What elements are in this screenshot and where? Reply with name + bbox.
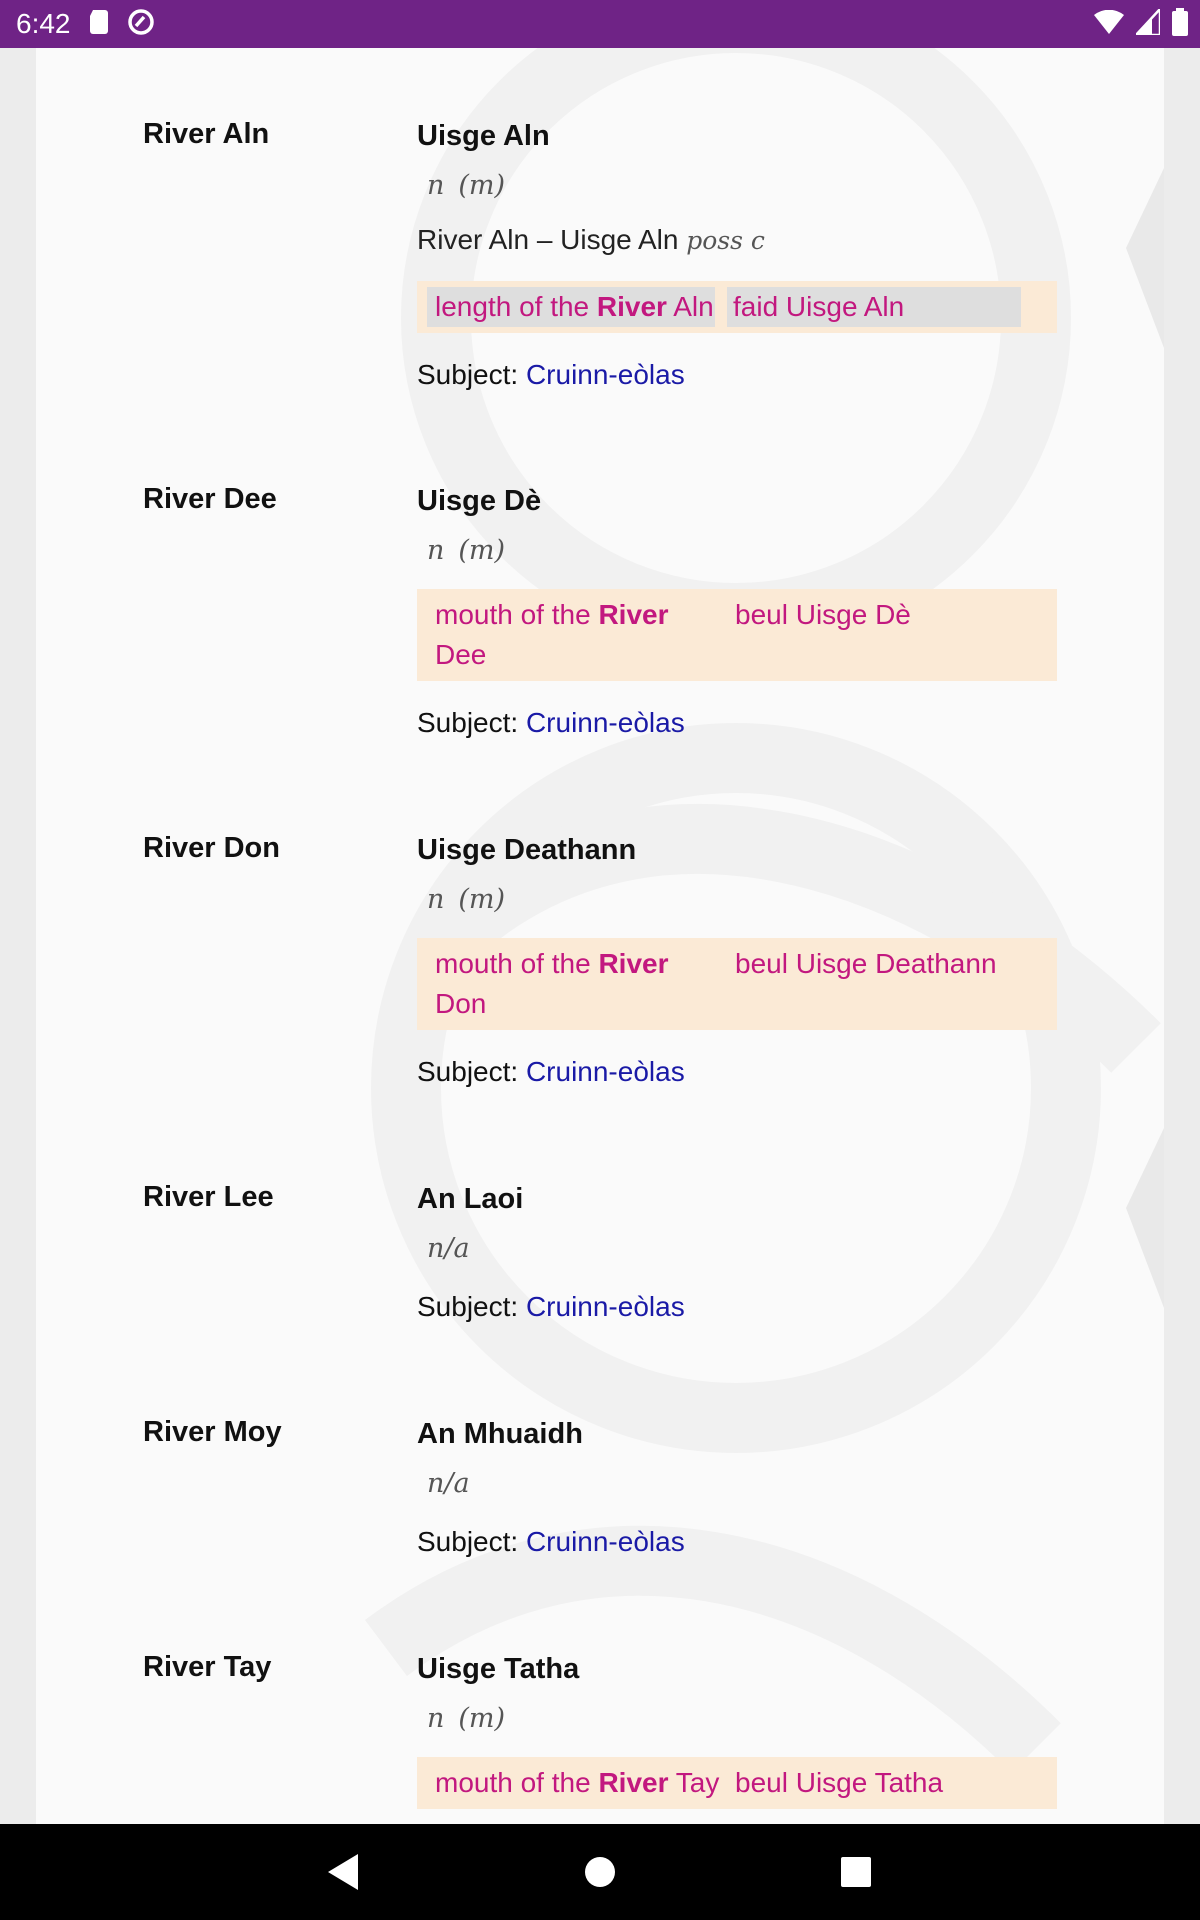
- navigation-bar: [0, 1824, 1200, 1920]
- subject-link[interactable]: Cruinn-eòlas: [526, 707, 685, 738]
- grammar-pos: n: [427, 884, 445, 915]
- example-phrase[interactable]: mouth of the River Don beul Uisge Deatha…: [417, 938, 1057, 1030]
- grammar-info: n (m): [427, 535, 1057, 567]
- status-bar: 6:42: [0, 0, 1200, 48]
- status-time: 6:42: [16, 8, 71, 39]
- wifi-icon: [1094, 9, 1124, 39]
- grammar-pos: n/a: [427, 1233, 470, 1264]
- subject-link[interactable]: Cruinn-eòlas: [526, 1526, 685, 1557]
- subject-label: Subject:: [417, 1291, 519, 1322]
- example-english: mouth of the River Tay: [435, 1767, 720, 1798]
- translation[interactable]: Uisge Aln: [417, 118, 1057, 154]
- grammar-gender: (m): [458, 884, 506, 915]
- example-phrase[interactable]: mouth of the River Tay beul Uisge Tatha: [417, 1757, 1057, 1809]
- grammar-pos: n: [427, 1703, 445, 1734]
- grammar-info: n (m): [427, 170, 1057, 202]
- subject-label: Subject:: [417, 1526, 519, 1557]
- subject-line: Subject: Cruinn-eòlas: [417, 1524, 1057, 1560]
- grammar-info: n (m): [427, 884, 1057, 916]
- headword: River Dee: [143, 483, 277, 515]
- home-icon[interactable]: [584, 1848, 616, 1901]
- example-phrase[interactable]: mouth of the River Dee beul Uisge Dè: [417, 589, 1057, 681]
- subject-label: Subject:: [417, 707, 519, 738]
- possessive-form: River Aln – Uisge Aln poss c: [417, 222, 1057, 259]
- subject-label: Subject:: [417, 1056, 519, 1087]
- subject-link[interactable]: Cruinn-eòlas: [526, 359, 685, 390]
- recents-icon[interactable]: [841, 1848, 871, 1901]
- headword: River Tay: [143, 1651, 272, 1683]
- headword: River Lee: [143, 1181, 274, 1213]
- example-phrase[interactable]: length of the River Aln faid Uisge Aln: [417, 281, 1057, 333]
- grammar-gender: (m): [458, 1703, 506, 1734]
- subject-line: Subject: Cruinn-eòlas: [417, 357, 1057, 393]
- example-gaelic: faid Uisge Aln: [727, 287, 1021, 327]
- example-english: mouth of the River Don: [435, 948, 669, 1019]
- sd-card-icon: [89, 9, 109, 39]
- example-gaelic: beul Uisge Deathann: [735, 948, 997, 979]
- grammar-pos: n/a: [427, 1468, 470, 1499]
- grammar-gender: (m): [458, 535, 506, 566]
- possessive-text: River Aln – Uisge Aln: [417, 224, 679, 255]
- dictionary-results[interactable]: River Aln Uisge Aln n (m) River Aln – Uis…: [36, 48, 1164, 1824]
- headword: River Aln: [143, 118, 270, 150]
- example-gaelic: beul Uisge Dè: [735, 599, 911, 630]
- subject-line: Subject: Cruinn-eòlas: [417, 705, 1057, 741]
- possessive-tag: poss c: [686, 226, 765, 255]
- grammar-gender: (m): [458, 170, 506, 201]
- grammar-pos: n: [427, 170, 445, 201]
- translation[interactable]: Uisge Dè: [417, 483, 1057, 519]
- back-icon[interactable]: [324, 1848, 364, 1901]
- battery-icon: [1172, 7, 1188, 41]
- example-english: mouth of the River Dee: [435, 599, 669, 670]
- translation[interactable]: Uisge Deathann: [417, 832, 1057, 868]
- translation[interactable]: An Mhuaidh: [417, 1416, 1057, 1452]
- translation[interactable]: An Laoi: [417, 1181, 1057, 1217]
- subject-line: Subject: Cruinn-eòlas: [417, 1289, 1057, 1325]
- grammar-info: n (m): [427, 1703, 1057, 1735]
- subject-line: Subject: Cruinn-eòlas: [417, 1054, 1057, 1090]
- subject-link[interactable]: Cruinn-eòlas: [526, 1291, 685, 1322]
- grammar-info: n/a: [427, 1468, 1057, 1500]
- subject-link[interactable]: Cruinn-eòlas: [526, 1056, 685, 1087]
- example-gaelic: beul Uisge Tatha: [735, 1767, 944, 1798]
- headword: River Moy: [143, 1416, 282, 1448]
- signal-icon: [1133, 5, 1162, 40]
- headword: River Don: [143, 832, 280, 864]
- translation[interactable]: Uisge Tatha: [417, 1651, 1057, 1687]
- subject-label: Subject:: [417, 359, 519, 390]
- sync-icon: [127, 8, 155, 41]
- grammar-pos: n: [427, 535, 445, 566]
- example-english: length of the River Aln: [427, 287, 715, 327]
- grammar-info: n/a: [427, 1233, 1057, 1265]
